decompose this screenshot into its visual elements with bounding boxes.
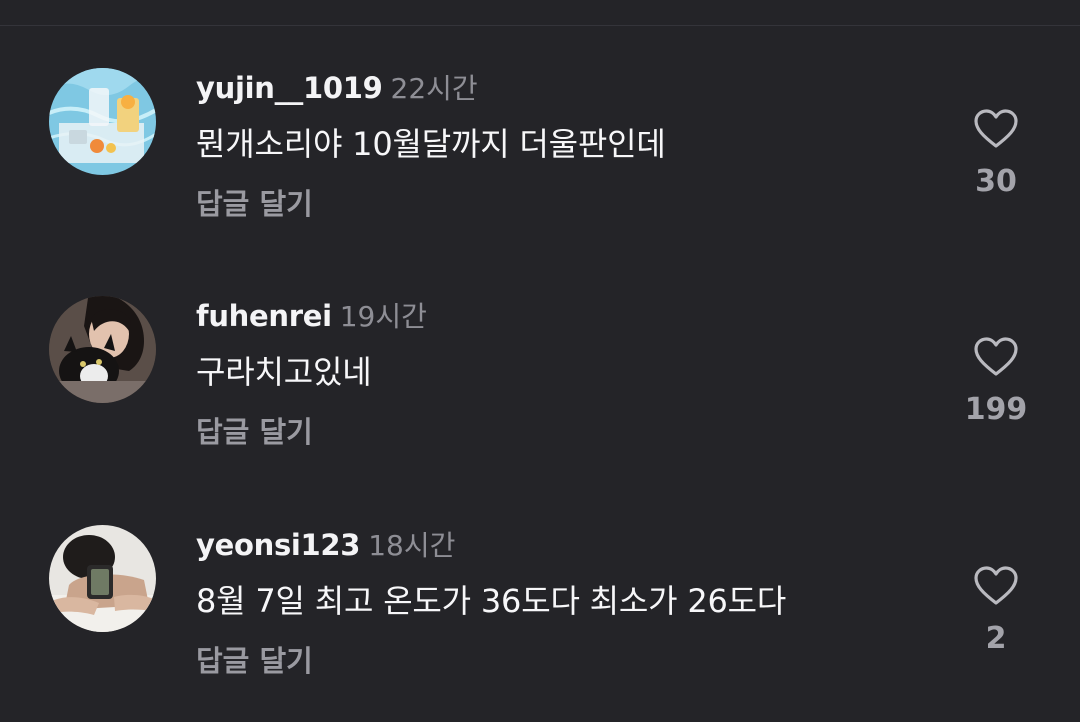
timestamp: 22시간 — [390, 72, 478, 105]
like-count: 199 — [964, 392, 1028, 427]
comment-header: yujin__1019 22시간 — [196, 68, 478, 108]
reply-button[interactable]: 답글 달기 — [196, 414, 313, 450]
comment-text: 구라치고있네 — [196, 353, 372, 391]
like-group: 199 — [960, 336, 1032, 428]
timestamp: 19시간 — [339, 300, 427, 333]
like-count: 30 — [975, 164, 1017, 199]
heart-icon[interactable] — [973, 108, 1019, 150]
username[interactable]: yujin__1019 — [196, 71, 383, 105]
username[interactable]: fuhenrei — [196, 299, 332, 333]
girl-with-cat-avatar-icon — [49, 296, 156, 403]
avatar[interactable] — [49, 296, 156, 403]
heart-icon[interactable] — [973, 565, 1019, 607]
avatar[interactable] — [49, 525, 156, 632]
comment-header: fuhenrei 19시간 — [196, 296, 427, 336]
comment-item: yeonsi123 18시간 8월 7일 최고 온도가 36도다 최소가 26도다… — [0, 525, 1080, 722]
avatar[interactable] — [49, 68, 156, 175]
heart-icon[interactable] — [973, 336, 1019, 378]
reply-button[interactable]: 답글 달기 — [196, 186, 313, 222]
comment-header: yeonsi123 18시간 — [196, 525, 455, 565]
comment-text: 8월 7일 최고 온도가 36도다 최소가 26도다 — [196, 582, 787, 620]
top-divider — [0, 25, 1080, 26]
comment-item: fuhenrei 19시간 구라치고있네 답글 달기 199 — [0, 296, 1080, 496]
pool-drinks-avatar-icon — [49, 68, 156, 175]
comment-text: 뭔개소리야 10월달까지 더울판인데 — [196, 125, 666, 163]
person-with-phone-avatar-icon — [49, 525, 156, 632]
like-group: 2 — [960, 565, 1032, 657]
timestamp: 18시간 — [368, 529, 456, 562]
username[interactable]: yeonsi123 — [196, 528, 360, 562]
like-group: 30 — [960, 108, 1032, 200]
reply-button[interactable]: 답글 달기 — [196, 643, 313, 679]
comment-item: yujin__1019 22시간 뭔개소리야 10월달까지 더울판인데 답글 달기… — [0, 68, 1080, 268]
like-count: 2 — [985, 621, 1007, 656]
